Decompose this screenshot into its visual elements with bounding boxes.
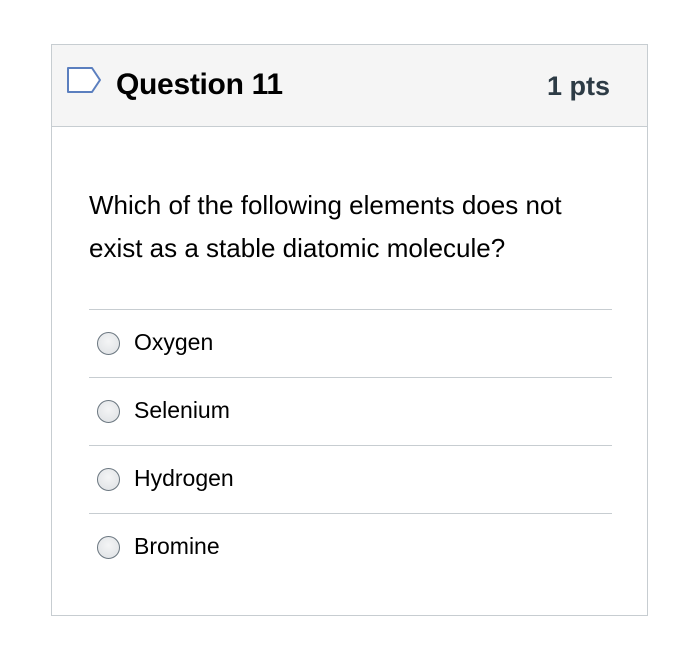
radio-button[interactable] bbox=[97, 400, 120, 423]
radio-button[interactable] bbox=[97, 536, 120, 559]
question-header: Question 11 1 pts bbox=[52, 45, 647, 127]
question-title: Question 11 bbox=[116, 68, 283, 101]
answer-option-oxygen[interactable]: Oxygen bbox=[89, 309, 612, 377]
question-points: 1 pts bbox=[546, 71, 610, 101]
answer-list: Oxygen Selenium Hydrogen Bromine bbox=[89, 309, 612, 581]
answer-label[interactable]: Oxygen bbox=[134, 327, 213, 357]
answer-option-hydrogen[interactable]: Hydrogen bbox=[89, 445, 612, 513]
question-text: Which of the following elements does not… bbox=[89, 190, 562, 263]
answer-option-bromine[interactable]: Bromine bbox=[89, 513, 612, 581]
question-card: Question 11 1 pts Which of the following… bbox=[51, 44, 648, 616]
radio-button[interactable] bbox=[97, 332, 120, 355]
answer-label[interactable]: Bromine bbox=[134, 531, 220, 561]
flag-icon[interactable] bbox=[66, 66, 102, 94]
answer-label[interactable]: Hydrogen bbox=[134, 463, 234, 493]
radio-button[interactable] bbox=[97, 468, 120, 491]
answer-label[interactable]: Selenium bbox=[134, 395, 230, 425]
answer-option-selenium[interactable]: Selenium bbox=[89, 377, 612, 445]
